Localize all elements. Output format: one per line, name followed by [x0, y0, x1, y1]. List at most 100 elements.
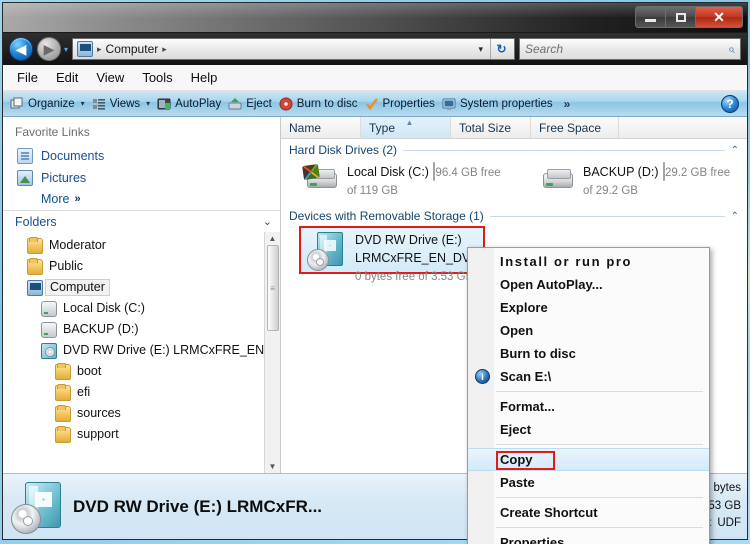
computer-icon: [77, 41, 94, 57]
menu-help[interactable]: Help: [191, 70, 218, 85]
back-button[interactable]: ◀: [9, 37, 33, 61]
column-header-free-space[interactable]: Free Space: [531, 117, 619, 138]
folder-tree-scrollbar[interactable]: ▲ ≡ ▼: [264, 232, 280, 473]
group-header-hard-disk-drives-label: Hard Disk Drives (2): [289, 143, 398, 157]
forward-button[interactable]: ▶: [37, 37, 61, 61]
toolbar-overflow-button[interactable]: »: [564, 97, 571, 111]
details-value: UDF: [717, 517, 741, 530]
context-menu-item-eject[interactable]: Eject: [468, 418, 709, 441]
scrollbar-track[interactable]: ≡: [266, 243, 279, 462]
menu-file[interactable]: File: [17, 70, 38, 85]
tree-item-support[interactable]: support: [3, 424, 264, 445]
context-menu-separator: [496, 444, 703, 445]
context-menu-item-scan-e[interactable]: i Scan E:\: [468, 365, 709, 388]
context-menu-item-copy[interactable]: Copy: [468, 448, 709, 471]
drive-tile-text: DVD RW Drive (E:) LRMCxFRE_EN_DVD 0 byte…: [355, 231, 479, 283]
toolbar-burn-to-disc[interactable]: Burn to disc: [279, 97, 358, 111]
context-menu-item-label: Create Shortcut: [500, 505, 598, 520]
chevron-up-icon[interactable]: ⌃: [731, 211, 739, 222]
search-box[interactable]: Search ⌕: [519, 38, 741, 60]
tree-item-backup-d[interactable]: BACKUP (D:): [3, 319, 264, 340]
drive-tile-local-disk-c[interactable]: Local Disk (C:) 96.4 GB free of 119 GB: [302, 162, 503, 199]
column-header-name[interactable]: Name: [281, 117, 361, 138]
folder-icon: [27, 236, 43, 254]
context-menu-item-properties[interactable]: Properties: [468, 531, 709, 544]
context-menu-item-open[interactable]: Open: [468, 319, 709, 342]
views-icon: [92, 97, 106, 111]
context-menu-item-format[interactable]: Format...: [468, 395, 709, 418]
toolbar-autoplay-label: AutoPlay: [175, 97, 222, 110]
drive-name-label: Local Disk (C:): [347, 165, 429, 179]
breadcrumb-computer[interactable]: Computer: [106, 42, 159, 56]
address-bar[interactable]: ▸ Computer ▸ ▾ ↻: [72, 38, 515, 60]
toolbar-views[interactable]: Views ▾: [92, 97, 150, 111]
chevron-up-icon[interactable]: ⌃: [731, 145, 739, 156]
tree-item-moderator[interactable]: Moderator: [3, 235, 264, 256]
toolbar-eject[interactable]: Eject: [228, 97, 272, 111]
breadcrumb-separator-end-icon[interactable]: ▸: [162, 44, 167, 55]
screen: ✕ ◀ ▶ ▾ ▸ Computer ▸ ▾ ↻ Search ⌕ File E…: [0, 0, 750, 544]
tree-item-computer[interactable]: Computer: [3, 277, 264, 298]
help-icon: ?: [726, 97, 734, 111]
menu-edit[interactable]: Edit: [56, 70, 78, 85]
drive-volume-label: LRMCxFRE_EN_DVD: [355, 251, 480, 265]
sidebar-item-documents[interactable]: Documents: [3, 145, 280, 167]
folder-tree-wrapper: Moderator Public Computer Local Disk (C:) BA…: [3, 232, 280, 473]
tree-item-local-disk-c[interactable]: Local Disk (C:): [3, 298, 264, 319]
maximize-icon: [675, 12, 686, 22]
folders-header[interactable]: Folders ⌄: [3, 210, 280, 232]
tree-item-label: sources: [77, 406, 121, 421]
toolbar-organize[interactable]: Organize ▾: [10, 97, 85, 111]
menu-view[interactable]: View: [96, 70, 124, 85]
tree-item-sources[interactable]: sources: [3, 403, 264, 424]
scroll-down-icon[interactable]: ▼: [269, 462, 277, 471]
refresh-button[interactable]: ↻: [490, 39, 512, 59]
address-dropdown-icon[interactable]: ▾: [473, 44, 488, 55]
column-header-total-size[interactable]: Total Size: [451, 117, 531, 138]
column-header-type[interactable]: ▲ Type: [361, 117, 451, 138]
scroll-up-icon[interactable]: ▲: [269, 234, 277, 243]
context-menu-separator: [496, 391, 703, 392]
group-header-removable-storage[interactable]: Devices with Removable Storage (1) ⌃: [289, 209, 739, 223]
tree-item-dvd-rw-drive-e-lrmcxfre-en-dvd[interactable]: DVD RW Drive (E:) LRMCxFRE_EN_DVD: [3, 340, 264, 361]
context-menu-item-burn-to-disc[interactable]: Burn to disc: [468, 342, 709, 365]
context-menu-separator: [496, 527, 703, 528]
drive-tile-text: Local Disk (C:) 96.4 GB free of 119 GB: [347, 162, 503, 199]
group-header-removable-storage-label: Devices with Removable Storage (1): [289, 209, 484, 223]
context-menu: Install or run pro Open AutoPlay... Explor…: [467, 247, 710, 544]
scrollbar-thumb[interactable]: ≡: [266, 245, 279, 331]
chevron-down-icon: ▾: [80, 99, 85, 108]
context-menu-item-explore[interactable]: Explore: [468, 296, 709, 319]
context-menu-item-label: Eject: [500, 422, 532, 437]
close-button[interactable]: ✕: [696, 7, 742, 27]
context-menu-item-open-autoplay[interactable]: Open AutoPlay...: [468, 273, 709, 296]
toolbar-system-properties-label: System properties: [459, 97, 553, 110]
maximize-button[interactable]: [666, 7, 696, 27]
tree-item-label: support: [77, 427, 119, 442]
organize-icon: [10, 97, 24, 111]
sidebar-more-button[interactable]: More »: [3, 189, 280, 206]
toolbar-system-properties[interactable]: System properties: [442, 97, 553, 111]
context-menu-item-paste[interactable]: Paste: [468, 471, 709, 494]
context-menu-item-install-or-run-pro[interactable]: Install or run pro: [468, 250, 709, 273]
sidebar-more-label: More: [41, 192, 70, 206]
context-menu-item-label: Install or run pro: [500, 254, 633, 269]
drive-tile-backup-d[interactable]: BACKUP (D:) 29.2 GB free of 29.2 GB: [539, 162, 739, 199]
context-menu-separator: [496, 497, 703, 498]
title-bar: ✕: [3, 3, 747, 33]
tree-item-boot[interactable]: boot: [3, 361, 264, 382]
toolbar-properties[interactable]: Properties: [365, 97, 435, 111]
group-header-hard-disk-drives[interactable]: Hard Disk Drives (2) ⌃: [289, 143, 739, 157]
help-button[interactable]: ?: [721, 95, 739, 113]
minimize-button[interactable]: [636, 7, 666, 27]
menu-tools[interactable]: Tools: [142, 70, 172, 85]
recent-pages-dropdown-icon[interactable]: ▾: [64, 45, 68, 54]
toolbar-autoplay[interactable]: AutoPlay: [157, 97, 221, 111]
tree-item-public[interactable]: Public: [3, 256, 264, 277]
context-menu-item-label: Open AutoPlay...: [500, 277, 603, 292]
toolbar-views-label: Views: [109, 97, 141, 110]
search-input[interactable]: Search: [525, 42, 563, 56]
sidebar-item-pictures[interactable]: Pictures: [3, 167, 280, 189]
tree-item-efi[interactable]: efi: [3, 382, 264, 403]
context-menu-item-create-shortcut[interactable]: Create Shortcut: [468, 501, 709, 524]
